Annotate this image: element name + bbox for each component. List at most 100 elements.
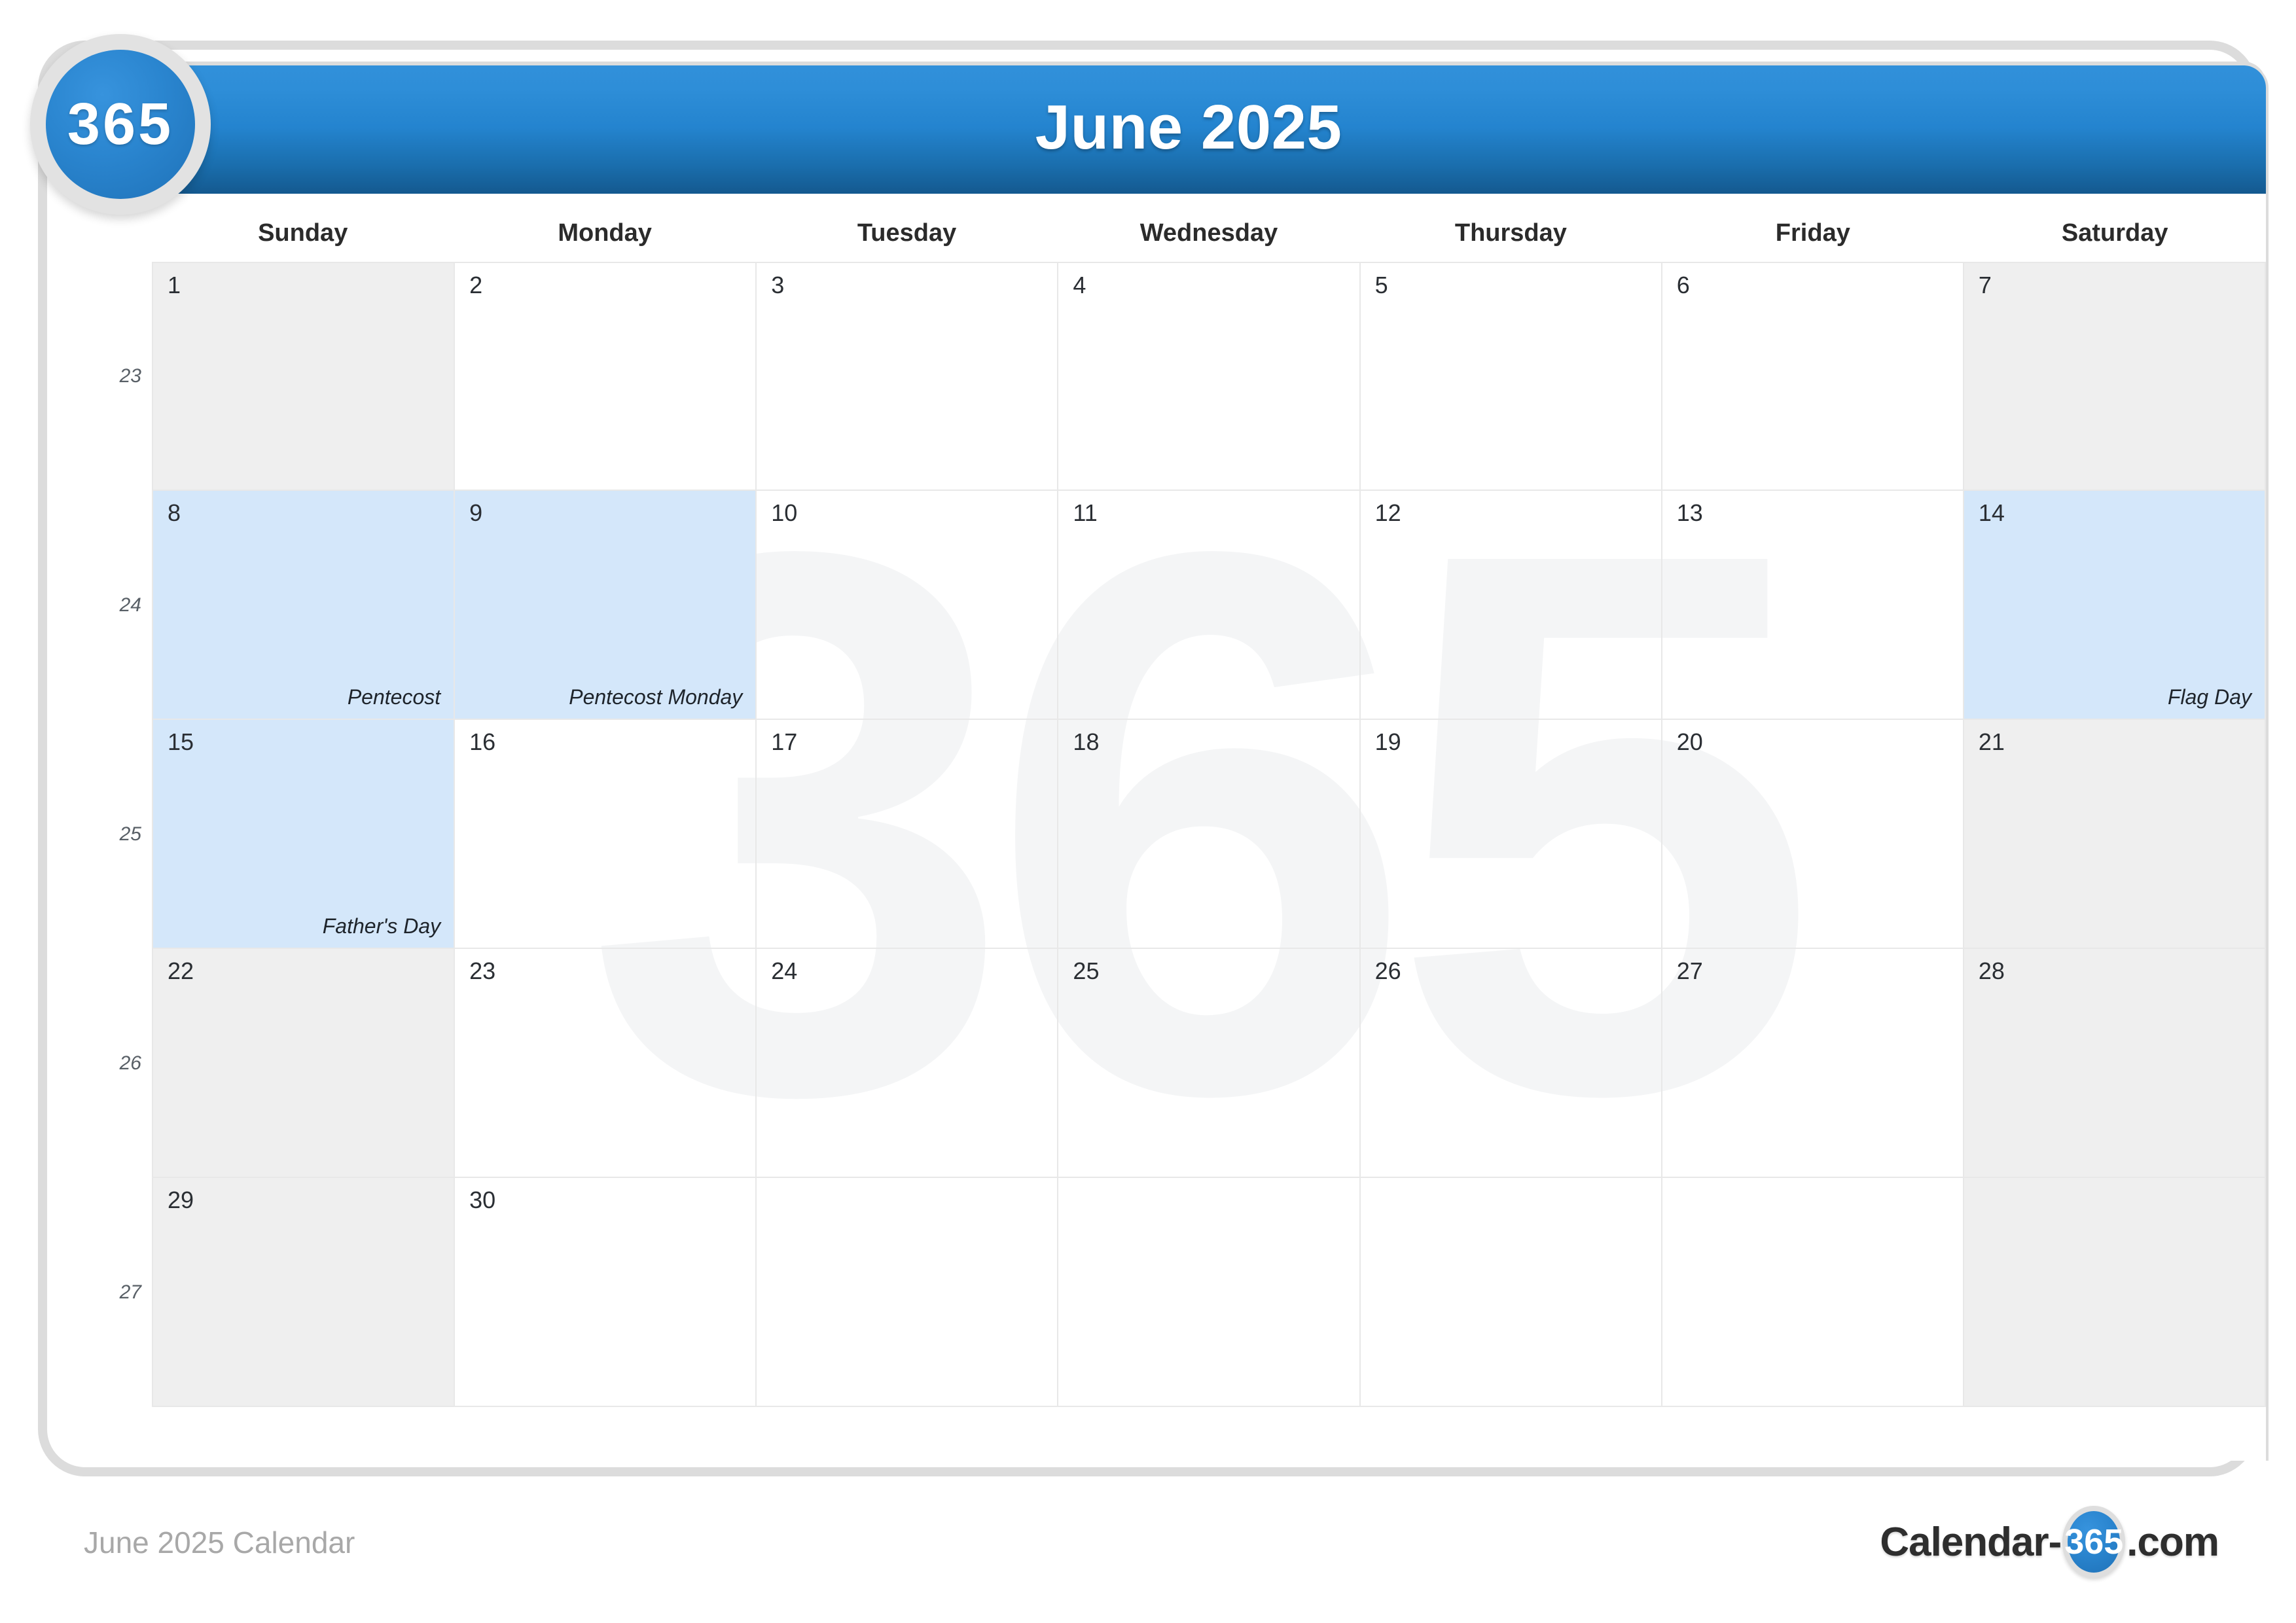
calendar-day-cell[interactable]: 28 <box>1964 949 2266 1178</box>
day-number: 29 <box>168 1186 194 1213</box>
calendar-day-cell[interactable]: 13 <box>1662 491 1964 720</box>
calendar-week-row: 24 8 Pentecost 9 Pentecost Monday 10 11 12 13 14 F… <box>111 491 2266 720</box>
calendar-week-row: 23 1 2 3 4 5 6 7 <box>111 262 2266 491</box>
calendar-day-cell[interactable]: 25 <box>1058 949 1361 1178</box>
day-number: 8 <box>168 499 181 526</box>
calendar-day-cell[interactable]: 14 Flag Day <box>1964 491 2266 720</box>
calendar-week-row: 26 22 23 24 25 26 27 28 <box>111 949 2266 1178</box>
page-title: June 2025 <box>1035 92 1342 162</box>
week-number-cell: 27 <box>111 1178 152 1407</box>
day-number: 2 <box>469 272 483 298</box>
calendar-day-cell[interactable]: 7 <box>1964 262 2266 491</box>
calendar-week-row: 25 15 Father's Day 16 17 18 19 20 21 <box>111 720 2266 949</box>
day-number: 6 <box>1676 272 1690 298</box>
day-number: 13 <box>1676 499 1703 526</box>
day-number: 11 <box>1073 499 1098 526</box>
day-number: 9 <box>469 499 483 526</box>
calendar-day-cell-empty <box>1662 1178 1964 1407</box>
logo-badge-circle: 365 <box>2064 1511 2123 1573</box>
calendar-day-cell[interactable]: 20 <box>1662 720 1964 949</box>
calendar-day-cell[interactable]: 21 <box>1964 720 2266 949</box>
day-number: 14 <box>1978 499 2005 526</box>
calendar-day-cell[interactable]: 17 <box>757 720 1059 949</box>
calendar-day-cell-empty <box>757 1178 1059 1407</box>
weekday-header-wednesday: Wednesday <box>1139 219 1278 247</box>
day-number: 19 <box>1374 728 1401 755</box>
day-number: 3 <box>771 272 785 298</box>
day-number: 24 <box>771 957 798 984</box>
day-number: 25 <box>1073 957 1100 984</box>
calendar-day-cell[interactable]: 10 <box>757 491 1059 720</box>
page-footer: June 2025 Calendar Calendar- 365 .com <box>0 1505 2296 1623</box>
calendar-day-cell[interactable]: 19 <box>1360 720 1662 949</box>
weekday-header-monday: Monday <box>558 219 652 247</box>
site-logo[interactable]: Calendar- 365 .com <box>1880 1506 2219 1578</box>
calendar-day-cell[interactable]: 18 <box>1058 720 1361 949</box>
calendar-day-cell[interactable]: 1 <box>152 262 456 491</box>
day-number: 1 <box>168 272 181 298</box>
calendar-day-cell[interactable]: 6 <box>1662 262 1964 491</box>
calendar-day-cell[interactable]: 9 Pentecost Monday <box>455 491 757 720</box>
day-number: 30 <box>469 1186 496 1213</box>
logo-prefix-text: Calendar- <box>1880 1519 2062 1565</box>
week-number-cell: 23 <box>111 262 152 491</box>
calendar-day-cell-empty <box>1964 1178 2266 1407</box>
weekday-header-tuesday: Tuesday <box>857 219 957 247</box>
calendar-day-cell[interactable]: 27 <box>1662 949 1964 1178</box>
day-event-label: Father's Day <box>322 914 441 938</box>
logo-suffix-text: .com <box>2126 1519 2219 1565</box>
calendar-day-cell[interactable]: 12 <box>1360 491 1662 720</box>
calendar-day-cell-empty <box>1058 1178 1361 1407</box>
calendar-day-cell[interactable]: 30 <box>455 1178 757 1407</box>
day-event-label: Pentecost Monday <box>569 685 743 709</box>
brand-badge-365: 365 <box>30 34 211 215</box>
day-number: 26 <box>1374 957 1401 984</box>
day-number: 12 <box>1374 499 1401 526</box>
calendar-day-cell[interactable]: 3 <box>757 262 1059 491</box>
calendar-day-cell[interactable]: 8 Pentecost <box>152 491 456 720</box>
week-number-cell: 25 <box>111 720 152 949</box>
day-number: 23 <box>469 957 496 984</box>
calendar-day-cell[interactable]: 15 Father's Day <box>152 720 456 949</box>
brand-badge-circle: 365 <box>46 50 195 199</box>
calendar-day-cell[interactable]: 4 <box>1058 262 1361 491</box>
calendar-grid: 23 1 2 3 4 5 6 7 24 8 Pentecost 9 Pentecost Monday 10… <box>111 262 2266 1453</box>
day-number: 7 <box>1978 272 1992 298</box>
day-number: 22 <box>168 957 194 984</box>
calendar-day-cell[interactable]: 16 <box>455 720 757 949</box>
day-number: 27 <box>1676 957 1703 984</box>
calendar-day-cell[interactable]: 23 <box>455 949 757 1178</box>
calendar-day-cell-empty <box>1360 1178 1662 1407</box>
calendar-day-cell[interactable]: 2 <box>455 262 757 491</box>
day-number: 16 <box>469 728 496 755</box>
day-number: 4 <box>1073 272 1086 298</box>
day-number: 20 <box>1676 728 1703 755</box>
weekday-header-thursday: Thursday <box>1454 219 1567 247</box>
day-number: 28 <box>1978 957 2005 984</box>
footer-caption: June 2025 Calendar <box>84 1525 355 1560</box>
calendar-day-cell[interactable]: 5 <box>1360 262 1662 491</box>
week-number-cell: 24 <box>111 491 152 720</box>
calendar-day-cell[interactable]: 11 <box>1058 491 1361 720</box>
weekday-header-sunday: Sunday <box>258 219 348 247</box>
day-number: 21 <box>1978 728 2005 755</box>
calendar-week-row: 27 29 30 <box>111 1178 2266 1407</box>
weekday-header-friday: Friday <box>1775 219 1850 247</box>
day-event-label: Pentecost <box>347 685 441 709</box>
brand-badge-label: 365 <box>67 91 174 157</box>
logo-badge-label: 365 <box>2064 1522 2124 1561</box>
day-number: 18 <box>1073 728 1100 755</box>
calendar-body: 3 6 5 Sunday Monday Tuesday Wednesday Thur… <box>111 194 2266 1461</box>
week-number-cell: 26 <box>111 949 152 1178</box>
day-number: 17 <box>771 728 798 755</box>
calendar-header-bar: June 2025 <box>111 65 2266 194</box>
day-event-label: Flag Day <box>2167 685 2251 709</box>
day-number: 5 <box>1374 272 1388 298</box>
calendar-day-cell[interactable]: 24 <box>757 949 1059 1178</box>
day-number: 10 <box>771 499 798 526</box>
logo-badge-365-icon: 365 <box>2062 1506 2126 1578</box>
day-number: 15 <box>168 728 194 755</box>
calendar-day-cell[interactable]: 26 <box>1360 949 1662 1178</box>
calendar-day-cell[interactable]: 29 <box>152 1178 456 1407</box>
calendar-day-cell[interactable]: 22 <box>152 949 456 1178</box>
